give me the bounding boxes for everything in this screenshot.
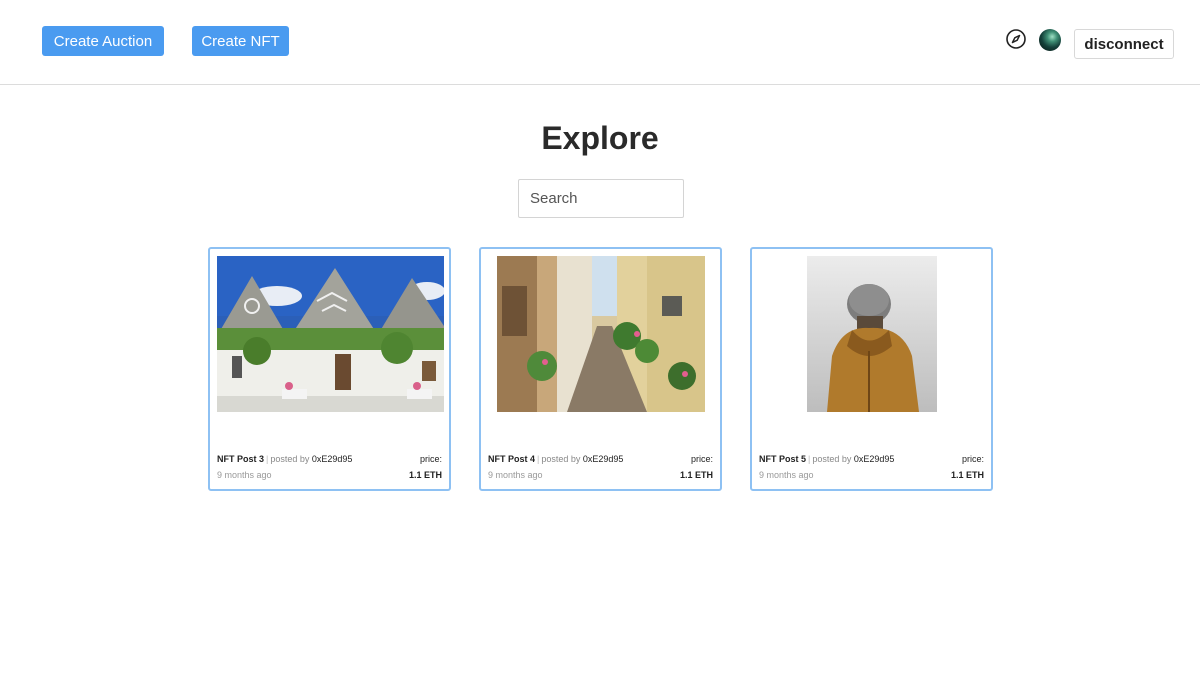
- nft-card[interactable]: NFT Post 5 | posted by 0xE29d95 9 months a…: [750, 247, 993, 491]
- price-label: price:: [690, 454, 713, 464]
- card-meta: NFT Post 5 | posted by 0xE29d95: [759, 454, 894, 464]
- avatar[interactable]: [1039, 29, 1061, 51]
- nft-image[interactable]: [217, 256, 444, 412]
- nft-card[interactable]: NFT Post 3 | posted by 0xE29d95 9 months a…: [208, 247, 451, 491]
- author-address[interactable]: 0xE29d95: [854, 454, 895, 464]
- separator: |: [266, 454, 269, 464]
- card-meta: NFT Post 3 | posted by 0xE29d95: [217, 454, 352, 464]
- post-time: 9 months ago: [217, 470, 272, 480]
- price-value: 1.1 ETH: [408, 470, 442, 480]
- price-label: price:: [419, 454, 442, 464]
- post-title[interactable]: NFT Post 5: [759, 454, 806, 464]
- compass-icon[interactable]: [1005, 28, 1027, 50]
- author-address[interactable]: 0xE29d95: [583, 454, 624, 464]
- post-time: 9 months ago: [488, 470, 543, 480]
- create-auction-button[interactable]: Create Auction: [42, 26, 164, 56]
- search-input[interactable]: [518, 179, 684, 218]
- price-value: 1.1 ETH: [679, 470, 713, 480]
- posted-by-label: posted by: [541, 454, 581, 464]
- card-meta: NFT Post 4 | posted by 0xE29d95: [488, 454, 623, 464]
- posted-by-label: posted by: [270, 454, 310, 464]
- top-bar: Create Auction Create NFT disconnect: [0, 0, 1200, 85]
- separator: |: [808, 454, 811, 464]
- nft-card[interactable]: NFT Post 4 | posted by 0xE29d95 9 months a…: [479, 247, 722, 491]
- nft-image[interactable]: [807, 256, 937, 412]
- post-title[interactable]: NFT Post 4: [488, 454, 535, 464]
- post-title[interactable]: NFT Post 3: [217, 454, 264, 464]
- nft-image[interactable]: [497, 256, 705, 412]
- author-address[interactable]: 0xE29d95: [312, 454, 353, 464]
- separator: |: [537, 454, 540, 464]
- price-label: price:: [961, 454, 984, 464]
- price-value: 1.1 ETH: [950, 470, 984, 480]
- disconnect-button[interactable]: disconnect: [1074, 29, 1174, 59]
- create-nft-button[interactable]: Create NFT: [192, 26, 289, 56]
- posted-by-label: posted by: [812, 454, 852, 464]
- page-title: Explore: [541, 120, 659, 156]
- post-time: 9 months ago: [759, 470, 814, 480]
